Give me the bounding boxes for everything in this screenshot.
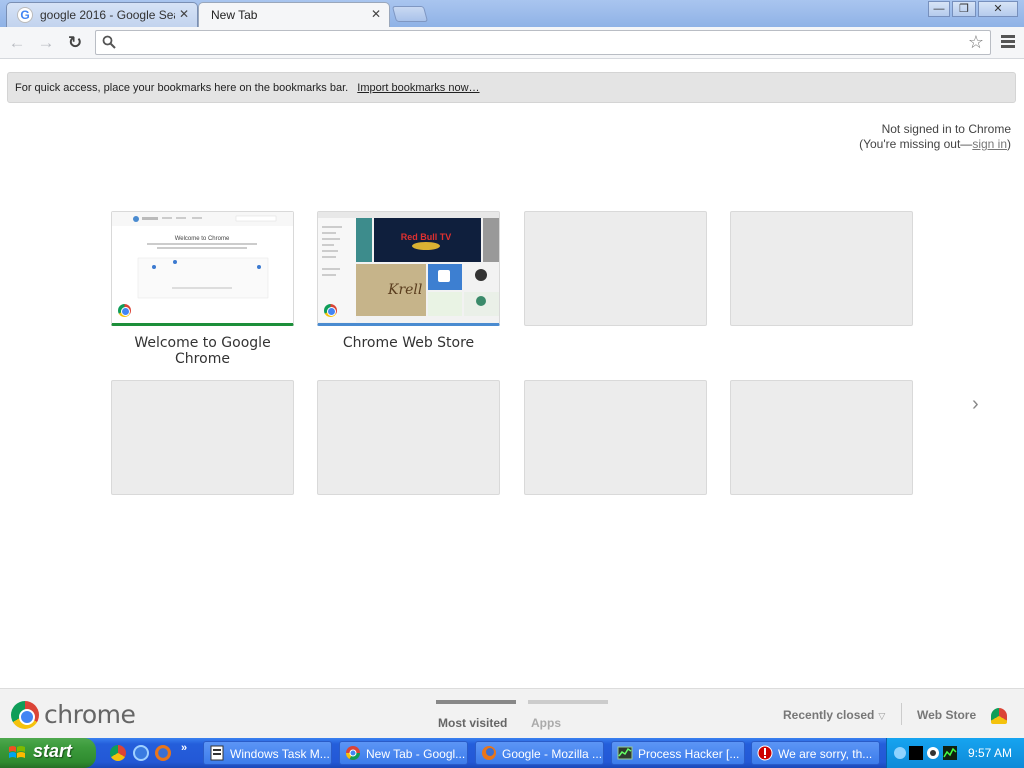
- most-visited-tile-empty: [730, 211, 913, 326]
- chrome-wordmark: chrome: [44, 700, 136, 729]
- most-visited-tile-empty: [524, 380, 707, 495]
- forward-button[interactable]: →: [35, 32, 57, 54]
- sign-in-link[interactable]: sign in: [972, 137, 1007, 151]
- process-hacker-tray-icon[interactable]: [943, 746, 957, 760]
- most-visited-tile-empty: [317, 380, 500, 495]
- chrome-icon: [118, 304, 131, 317]
- taskbar-button-firefox[interactable]: Google - Mozilla ...: [475, 741, 604, 765]
- task-manager-icon: [210, 745, 224, 761]
- webstore-thumbnail: Red Bull TV Krell: [318, 212, 499, 322]
- new-tab-button[interactable]: [391, 6, 429, 22]
- welcome-thumbnail: Welcome to Chrome: [112, 212, 293, 299]
- minimize-button[interactable]: —: [928, 1, 950, 17]
- start-button[interactable]: start: [0, 738, 96, 768]
- taskbar-button-label: We are sorry, th...: [778, 747, 873, 761]
- address-input[interactable]: [122, 34, 962, 52]
- most-visited-tile-welcome[interactable]: Welcome to Chrome: [111, 211, 294, 326]
- most-visited-tile-webstore[interactable]: Red Bull TV Krell: [317, 211, 500, 326]
- signin-promo: Not signed in to Chrome (You're missing …: [859, 122, 1011, 152]
- taskbar-button-process-hacker[interactable]: Process Hacker [...: [611, 741, 745, 765]
- quicklaunch-chrome-icon[interactable]: [110, 745, 126, 761]
- recently-closed-label: Recently closed: [783, 708, 875, 722]
- import-bookmarks-link[interactable]: Import bookmarks now…: [357, 82, 479, 94]
- signin-status: Not signed in to Chrome: [881, 122, 1011, 136]
- welcome-thumb-heading: Welcome to Chrome: [175, 236, 230, 242]
- tab-google-search[interactable]: G google 2016 - Google Search ✕: [6, 2, 198, 27]
- taskbar-button-label: Google - Mozilla ...: [502, 747, 603, 761]
- divider: [901, 703, 902, 725]
- chrome-icon: [346, 746, 360, 760]
- back-button[interactable]: ←: [6, 32, 28, 54]
- pager-apps[interactable]: Apps: [531, 716, 561, 730]
- speaker-icon[interactable]: [926, 746, 940, 760]
- system-tray: 9:57 AM: [886, 738, 1024, 768]
- process-hacker-icon: [617, 746, 633, 760]
- toolbar: ← → ↻ ☆: [0, 27, 1024, 59]
- quicklaunch-firefox-icon[interactable]: [155, 745, 171, 761]
- taskbar-button-label: Windows Task M...: [230, 747, 330, 761]
- signin-prefix: (You're missing out—: [859, 137, 973, 151]
- close-window-button[interactable]: ✕: [978, 1, 1018, 17]
- quicklaunch-ie-icon[interactable]: [133, 745, 149, 761]
- bookmark-bar-message-row: For quick access, place your bookmarks h…: [15, 82, 480, 94]
- reload-button[interactable]: ↻: [64, 32, 86, 54]
- chevron-down-icon: ▽: [878, 711, 886, 721]
- google-favicon-icon: G: [17, 7, 33, 23]
- taskbar-button-label: Process Hacker [...: [638, 747, 740, 761]
- taskbar-button-error[interactable]: We are sorry, th...: [751, 741, 880, 765]
- omnibox[interactable]: ☆: [95, 30, 991, 55]
- windows-flag-icon: [9, 746, 25, 758]
- tab-close-icon[interactable]: ✕: [371, 7, 381, 21]
- pager-most-visited[interactable]: Most visited: [438, 716, 507, 730]
- windows-taskbar: start » Windows Task M... New Tab - Goog…: [0, 738, 1024, 768]
- quicklaunch-more-icon[interactable]: »: [181, 742, 187, 754]
- taskbar-button-chrome[interactable]: New Tab - Googl...: [339, 741, 468, 765]
- web-store-icon[interactable]: [991, 708, 1007, 724]
- tile-title[interactable]: Chrome Web Store: [317, 335, 500, 351]
- tab-title: New Tab: [211, 8, 258, 22]
- signin-suffix: ): [1007, 137, 1011, 151]
- pager-apps-indicator[interactable]: [528, 700, 608, 704]
- tab-title: google 2016 - Google Search: [40, 8, 175, 22]
- web-store-link[interactable]: Web Store: [917, 708, 976, 722]
- most-visited-tile-empty: [524, 211, 707, 326]
- chrome-logo-icon: [11, 701, 39, 729]
- next-page-arrow-icon[interactable]: ›: [972, 393, 979, 416]
- start-label: start: [33, 741, 73, 761]
- tile-title[interactable]: Welcome to Google Chrome: [111, 335, 294, 367]
- redbull-banner-text: Red Bull TV: [401, 232, 452, 242]
- recently-closed-menu[interactable]: Recently closed ▽: [783, 708, 885, 722]
- title-bar: G google 2016 - Google Search ✕ New Tab …: [0, 0, 1024, 27]
- clock[interactable]: 9:57 AM: [968, 746, 1012, 760]
- error-icon: [757, 745, 773, 761]
- taskbar-button-label: New Tab - Googl...: [366, 747, 466, 761]
- tab-close-icon[interactable]: ✕: [179, 7, 189, 21]
- most-visited-tile-empty: [111, 380, 294, 495]
- most-visited-tile-empty: [730, 380, 913, 495]
- bookmark-star-icon[interactable]: ☆: [968, 32, 984, 53]
- bookmark-bar: For quick access, place your bookmarks h…: [7, 72, 1016, 103]
- bookmark-bar-message: For quick access, place your bookmarks h…: [15, 82, 349, 94]
- chrome-menu-button[interactable]: [998, 33, 1018, 53]
- pager-most-visited-indicator[interactable]: [436, 700, 516, 704]
- ntp-footer: chrome Most visited Apps Recently closed…: [0, 688, 1024, 738]
- restore-button[interactable]: ❐: [952, 1, 976, 17]
- taskbar-button-task-manager[interactable]: Windows Task M...: [203, 741, 332, 765]
- network-icon[interactable]: [893, 746, 907, 760]
- console-icon[interactable]: [909, 746, 923, 760]
- signin-line2: (You're missing out—sign in): [859, 137, 1011, 152]
- krell-tile-text: Krell: [387, 282, 422, 298]
- firefox-icon: [482, 746, 496, 760]
- chrome-icon: [324, 304, 337, 317]
- search-icon: [102, 35, 116, 49]
- tab-new-tab[interactable]: New Tab ✕: [198, 2, 390, 27]
